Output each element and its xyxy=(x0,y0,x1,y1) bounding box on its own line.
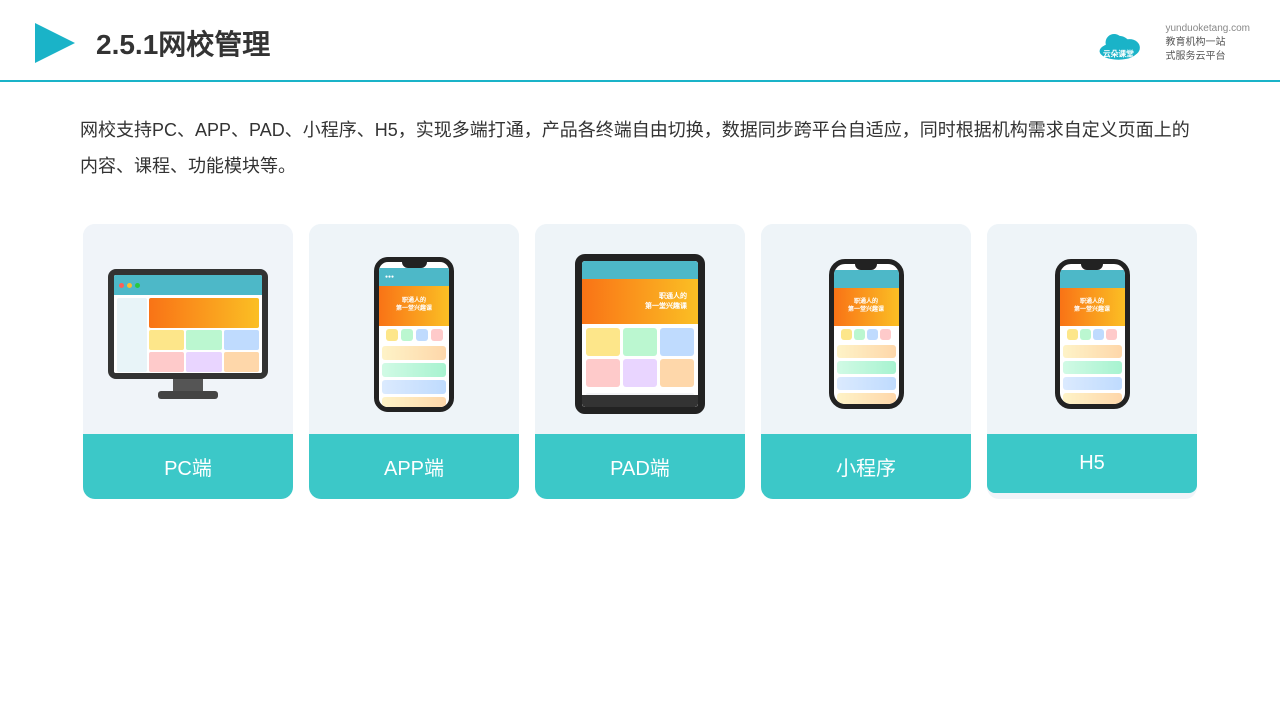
card-h5-label: H5 xyxy=(987,434,1197,493)
card-h5-image: 职通人的第一堂兴趣课 xyxy=(987,224,1197,434)
card-miniprogram: 职通人的第一堂兴趣课 xyxy=(761,224,971,499)
svg-text:云朵课堂: 云朵课堂 xyxy=(1103,48,1134,58)
cards-container: PC端 ●●● 职通人的第一堂兴趣课 xyxy=(0,204,1280,519)
card-pad: 职通人的第一堂兴趣课 xyxy=(535,224,745,499)
page-title: 2.5.1网校管理 xyxy=(96,23,270,63)
description-text: 网校支持PC、APP、PAD、小程序、H5，实现多端打通，产品各终端自由切换，数… xyxy=(0,82,1280,194)
card-miniprogram-label: 小程序 xyxy=(761,434,971,499)
logo-area: 云朵课堂 yunduoketang.com 教育机构一站 式服务云平台 xyxy=(1097,22,1250,64)
logo-text: yunduoketang.com 教育机构一站 式服务云平台 xyxy=(1165,22,1250,64)
device-tablet: 职通人的第一堂兴趣课 xyxy=(575,254,705,414)
phone-frame-app: ●●● 职通人的第一堂兴趣课 xyxy=(374,257,454,412)
card-app-label: APP端 xyxy=(309,434,519,499)
device-miniphone-mp: 职通人的第一堂兴趣课 xyxy=(829,259,904,409)
pc-monitor xyxy=(108,269,268,379)
logo-slogan: 教育机构一站 xyxy=(1165,36,1250,50)
header: 2.5.1网校管理 云朵课堂 yunduoketang.com 教育机构一站 式… xyxy=(0,0,1280,82)
play-icon xyxy=(30,18,80,68)
logo-url: yunduoketang.com xyxy=(1165,22,1250,36)
logo-slogan2: 式服务云平台 xyxy=(1165,50,1250,64)
card-pc-image xyxy=(83,224,293,434)
card-miniprogram-image: 职通人的第一堂兴趣课 xyxy=(761,224,971,434)
logo-icon: 云朵课堂 xyxy=(1097,23,1157,63)
card-app: ●●● 职通人的第一堂兴趣课 xyxy=(309,224,519,499)
device-miniphone-h5: 职通人的第一堂兴趣课 xyxy=(1055,259,1130,409)
header-left: 2.5.1网校管理 xyxy=(30,18,270,68)
device-pc xyxy=(108,269,268,399)
card-pc: PC端 xyxy=(83,224,293,499)
card-pc-label: PC端 xyxy=(83,434,293,499)
device-phone-app: ●●● 职通人的第一堂兴趣课 xyxy=(374,257,454,412)
card-h5: 职通人的第一堂兴趣课 xyxy=(987,224,1197,499)
miniphone-frame-h5: 职通人的第一堂兴趣课 xyxy=(1055,259,1130,409)
card-pad-label: PAD端 xyxy=(535,434,745,499)
card-pad-image: 职通人的第一堂兴趣课 xyxy=(535,224,745,434)
miniphone-frame-mp: 职通人的第一堂兴趣课 xyxy=(829,259,904,409)
card-app-image: ●●● 职通人的第一堂兴趣课 xyxy=(309,224,519,434)
tablet-frame: 职通人的第一堂兴趣课 xyxy=(575,254,705,414)
